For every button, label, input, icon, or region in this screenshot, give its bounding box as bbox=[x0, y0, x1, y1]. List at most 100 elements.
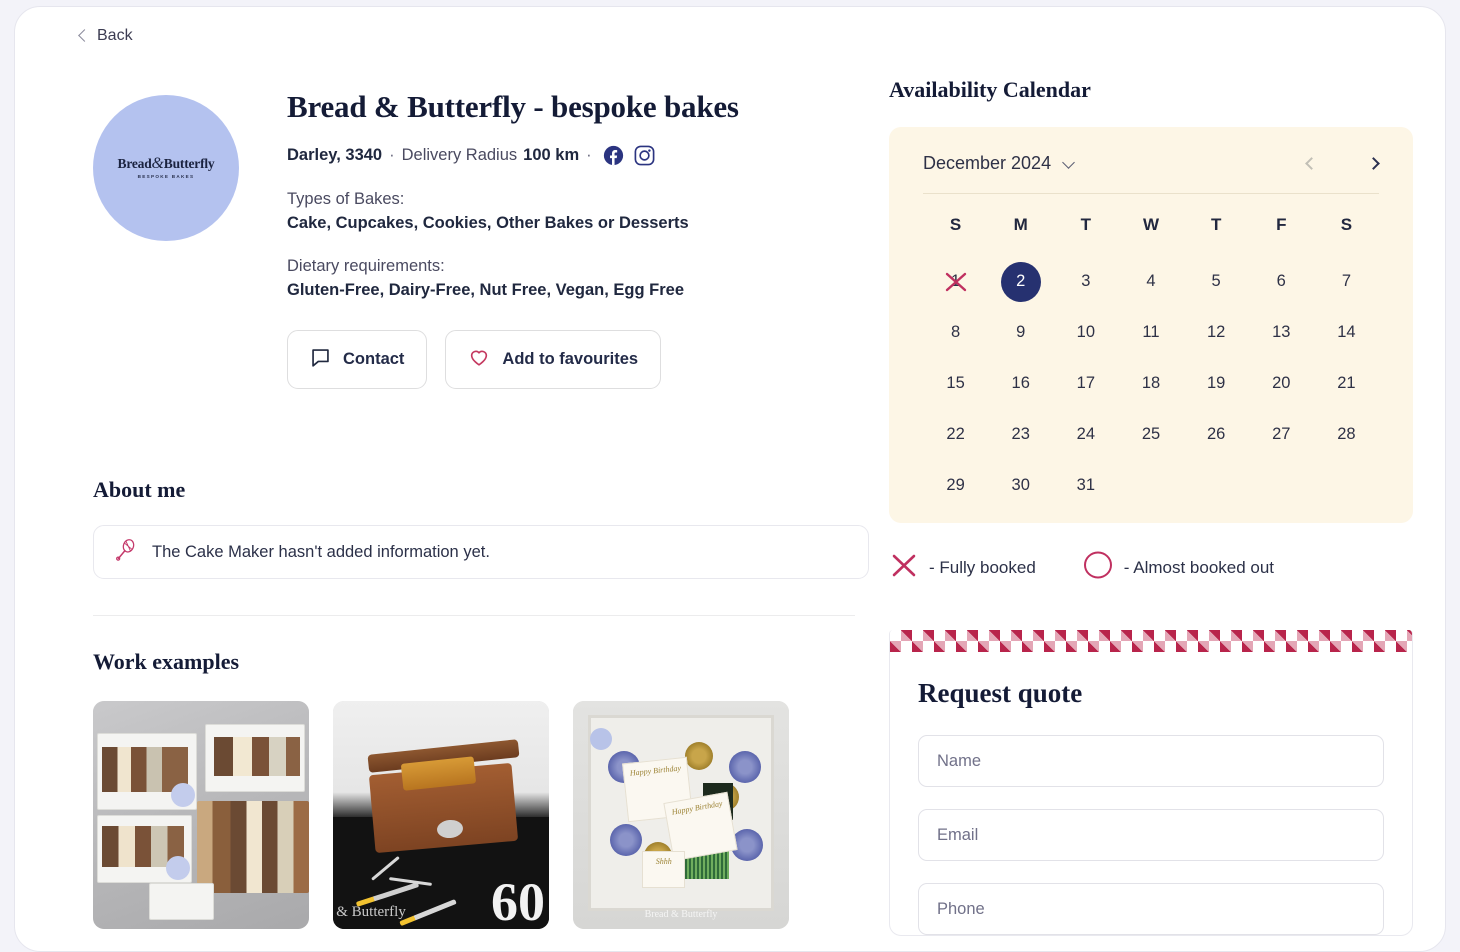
work-example-2-caption: 60 bbox=[491, 872, 545, 929]
gingham-pattern-banner bbox=[890, 630, 1412, 652]
email-field[interactable] bbox=[918, 809, 1384, 861]
delivery-radius-label: Delivery Radius bbox=[401, 146, 518, 164]
about-me-text: The Cake Maker hasn't added information … bbox=[152, 542, 490, 561]
calendar-day-30[interactable]: 30 bbox=[988, 460, 1053, 511]
calendar-day-number: 16 bbox=[1011, 374, 1030, 392]
calendar-day-14[interactable]: 14 bbox=[1314, 307, 1379, 358]
next-month-button[interactable] bbox=[1367, 156, 1380, 172]
location-text: Darley, 3340 bbox=[287, 146, 383, 164]
x-mark-icon bbox=[943, 269, 969, 295]
calendar-day-number: 19 bbox=[1206, 374, 1226, 392]
calendar-day-12[interactable]: 12 bbox=[1184, 307, 1249, 358]
calendar-day-24[interactable]: 24 bbox=[1053, 409, 1118, 460]
availability-calendar: December 2024 SMTWTFS 1 2 3 4 5 6 7 8 9 10 11 12 13 1… bbox=[889, 127, 1413, 523]
phone-field[interactable] bbox=[918, 883, 1384, 935]
month-selector[interactable]: December 2024 bbox=[923, 153, 1074, 174]
circle-icon bbox=[1082, 549, 1114, 586]
calendar-day-2[interactable]: 2 bbox=[988, 256, 1053, 307]
instagram-icon[interactable] bbox=[634, 145, 655, 166]
calendar-day-number: 22 bbox=[946, 425, 965, 443]
back-button[interactable]: Back bbox=[77, 27, 133, 45]
calendar-day-13[interactable]: 13 bbox=[1249, 307, 1314, 358]
calendar-day-15[interactable]: 15 bbox=[923, 358, 988, 409]
profile-actions: Contact Add to favourites bbox=[287, 330, 739, 389]
calendar-weekday-0: S bbox=[949, 215, 962, 234]
calendar-day-28[interactable]: 28 bbox=[1314, 409, 1379, 460]
calendar-day-1[interactable]: 1 bbox=[923, 256, 988, 307]
calendar-day-number: 26 bbox=[1206, 425, 1226, 443]
contact-button-label: Contact bbox=[343, 350, 405, 368]
work-example-image-2[interactable]: 60 d & Butterfly bbox=[333, 701, 549, 929]
calendar-day-10[interactable]: 10 bbox=[1053, 307, 1118, 358]
calendar-day-5[interactable]: 5 bbox=[1184, 256, 1249, 307]
calendar-day-number: 25 bbox=[1141, 425, 1161, 443]
calendar-day-8[interactable]: 8 bbox=[923, 307, 988, 358]
page-title: Bread & Butterfly - bespoke bakes bbox=[287, 89, 739, 124]
work-examples-heading: Work examples bbox=[93, 649, 240, 674]
calendar-day-19[interactable]: 19 bbox=[1184, 358, 1249, 409]
calendar-day-number: 21 bbox=[1337, 374, 1356, 392]
previous-month-button[interactable] bbox=[1305, 156, 1318, 172]
x-mark-icon bbox=[889, 550, 919, 585]
chevron-left-icon bbox=[77, 31, 87, 41]
calendar-day-number: 23 bbox=[1011, 425, 1030, 443]
avatar: Bread&Butterfly BESPOKE BAKES bbox=[93, 95, 239, 241]
calendar-day-6[interactable]: 6 bbox=[1249, 256, 1314, 307]
calendar-weekday-3: W bbox=[1142, 215, 1160, 234]
profile-meta: Darley, 3340 · Delivery Radius 100 km · bbox=[287, 145, 739, 166]
right-column: Availability Calendar December 2024 S M T W… bbox=[875, 77, 1415, 936]
calendar-weekday-4: T bbox=[1210, 215, 1222, 234]
logo-tagline: BESPOKE BAKES bbox=[137, 173, 195, 179]
profile-info: Bread & Butterfly - bespoke bakes Darley… bbox=[287, 77, 739, 389]
legend-fully-booked-label: - Fully booked bbox=[929, 557, 1036, 577]
calendar-day-21[interactable]: 21 bbox=[1314, 358, 1379, 409]
work-example-image-1[interactable] bbox=[93, 701, 309, 929]
about-me-heading: About me bbox=[93, 477, 186, 502]
work-example-image-3[interactable]: Happy Birthday Happy Birthday Shhh Bread… bbox=[573, 701, 789, 929]
calendar-legend: - Fully booked - Almost booked out bbox=[889, 549, 1415, 586]
meta-separator-1: · bbox=[389, 146, 395, 164]
calendar-day-20[interactable]: 20 bbox=[1249, 358, 1314, 409]
calendar-day-number: 14 bbox=[1337, 323, 1356, 341]
calendar-day-4[interactable]: 4 bbox=[1118, 256, 1183, 307]
left-column: Bread&Butterfly BESPOKE BAKES Bread & Bu… bbox=[79, 77, 869, 929]
calendar-day-31[interactable]: 31 bbox=[1053, 460, 1118, 511]
delivery-radius-value: 100 km bbox=[523, 146, 580, 164]
request-quote-title: Request quote bbox=[918, 678, 1083, 708]
calendar-day-22[interactable]: 22 bbox=[923, 409, 988, 460]
legend-fully-booked: - Fully booked bbox=[889, 550, 1036, 585]
section-divider bbox=[93, 615, 855, 616]
profile-header: Bread&Butterfly BESPOKE BAKES Bread & Bu… bbox=[79, 77, 869, 389]
profile-page: Back Bread&Butterfly BESPOKE BAKES Bread… bbox=[14, 6, 1446, 952]
add-to-favourites-button[interactable]: Add to favourites bbox=[445, 330, 662, 389]
name-field[interactable] bbox=[918, 735, 1384, 787]
calendar-day-29[interactable]: 29 bbox=[923, 460, 988, 511]
calendar-day-18[interactable]: 18 bbox=[1118, 358, 1183, 409]
calendar-day-number: 3 bbox=[1081, 272, 1091, 290]
work-examples-grid: 60 d & Butterfly Happy Birthday Happy Bi… bbox=[93, 701, 869, 929]
facebook-icon[interactable] bbox=[603, 145, 624, 166]
dietary-block: Dietary requirements: Gluten-Free, Dairy… bbox=[287, 257, 739, 300]
social-links bbox=[603, 145, 655, 166]
work-example-3-watermark: Bread & Butterfly bbox=[644, 909, 718, 920]
request-quote-body: Request quote bbox=[890, 652, 1412, 935]
logo-word-1: Bread bbox=[117, 156, 152, 172]
calendar-header: December 2024 bbox=[923, 153, 1380, 174]
calendar-day-number: 24 bbox=[1076, 425, 1096, 443]
calendar-day-23[interactable]: 23 bbox=[988, 409, 1053, 460]
contact-button[interactable]: Contact bbox=[287, 330, 428, 389]
calendar-day-26[interactable]: 26 bbox=[1184, 409, 1249, 460]
calendar-day-17[interactable]: 17 bbox=[1053, 358, 1118, 409]
calendar-day-16[interactable]: 16 bbox=[988, 358, 1053, 409]
calendar-day-number: 20 bbox=[1272, 374, 1291, 392]
calendar-day-9[interactable]: 9 bbox=[988, 307, 1053, 358]
calendar-nav bbox=[1305, 156, 1380, 172]
calendar-day-25[interactable]: 25 bbox=[1118, 409, 1183, 460]
calendar-day-11[interactable]: 11 bbox=[1118, 307, 1183, 358]
favourites-button-label: Add to favourites bbox=[502, 350, 639, 368]
calendar-day-7[interactable]: 7 bbox=[1314, 256, 1379, 307]
calendar-day-27[interactable]: 27 bbox=[1249, 409, 1314, 460]
types-of-bakes-value: Cake, Cupcakes, Cookies, Other Bakes or … bbox=[287, 214, 689, 232]
calendar-day-3[interactable]: 3 bbox=[1053, 256, 1118, 307]
calendar-day-number: 13 bbox=[1272, 323, 1291, 341]
